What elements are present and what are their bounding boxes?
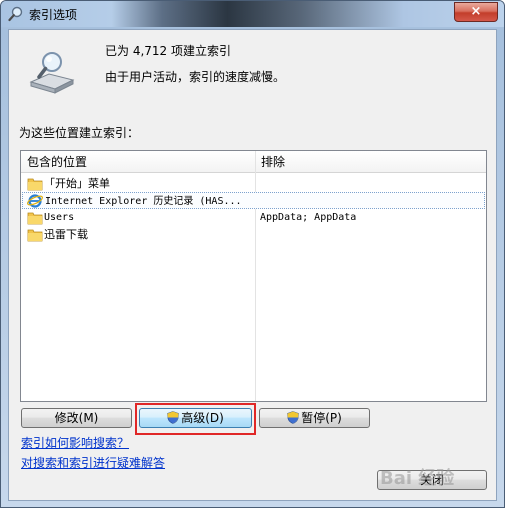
internet-explorer-icon: [27, 194, 43, 208]
location-name: 迅雷下载: [44, 228, 88, 241]
pause-button-label: 暂停(P): [301, 411, 342, 425]
column-header-exclude[interactable]: 排除: [255, 151, 486, 173]
locations-label: 为这些位置建立索引：: [19, 126, 140, 140]
column-header-included[interactable]: 包含的位置: [21, 151, 255, 173]
title-bar[interactable]: 索引选项 ×: [1, 1, 504, 27]
indexing-drive-icon: [29, 52, 75, 94]
location-name: 「开始」菜单: [44, 177, 110, 190]
magnifier-icon: [8, 6, 23, 22]
indexed-count-text: 已为 4,712 项建立索引: [105, 44, 231, 58]
red-highlight-annotation: [135, 403, 256, 435]
window-title: 索引选项: [29, 8, 78, 22]
troubleshoot-search-link[interactable]: 对搜索和索引进行疑难解答: [21, 454, 165, 471]
location-row[interactable]: 「开始」菜单: [22, 175, 485, 192]
modify-button[interactable]: 修改(M): [21, 408, 132, 428]
folder-icon: [27, 178, 43, 191]
folder-icon: [27, 229, 43, 242]
indexing-options-window: 索引选项 × 已为 4,712 项建立索引 由于用户活动，索引的速度减慢。 为这…: [0, 0, 505, 508]
close-window-button[interactable]: ×: [454, 2, 498, 22]
indexing-status-message: 由于用户活动，索引的速度减慢。: [105, 70, 286, 84]
location-row-selected[interactable]: Internet Explorer 历史记录 (HAS...: [22, 192, 485, 209]
location-exclude: AppData; AppData: [260, 212, 357, 223]
location-row[interactable]: Users AppData; AppData: [22, 209, 485, 226]
location-name: Internet Explorer 历史记录 (HAS...: [45, 196, 242, 207]
folder-icon: [27, 212, 43, 225]
location-name: Users: [44, 212, 75, 223]
baidu-watermark: Bai 经验: [380, 468, 455, 489]
pause-button[interactable]: 暂停(P): [259, 408, 370, 428]
indexed-locations-list[interactable]: 包含的位置 排除 「开始」菜单 Internet Explorer 历史记录 (…: [20, 150, 487, 402]
uac-shield-icon: [287, 411, 300, 424]
how-indexing-affects-search-link[interactable]: 索引如何影响搜索？: [21, 434, 129, 451]
dialog-body: 已为 4,712 项建立索引 由于用户活动，索引的速度减慢。 为这些位置建立索引…: [8, 29, 497, 501]
location-row[interactable]: 迅雷下载: [22, 226, 485, 243]
